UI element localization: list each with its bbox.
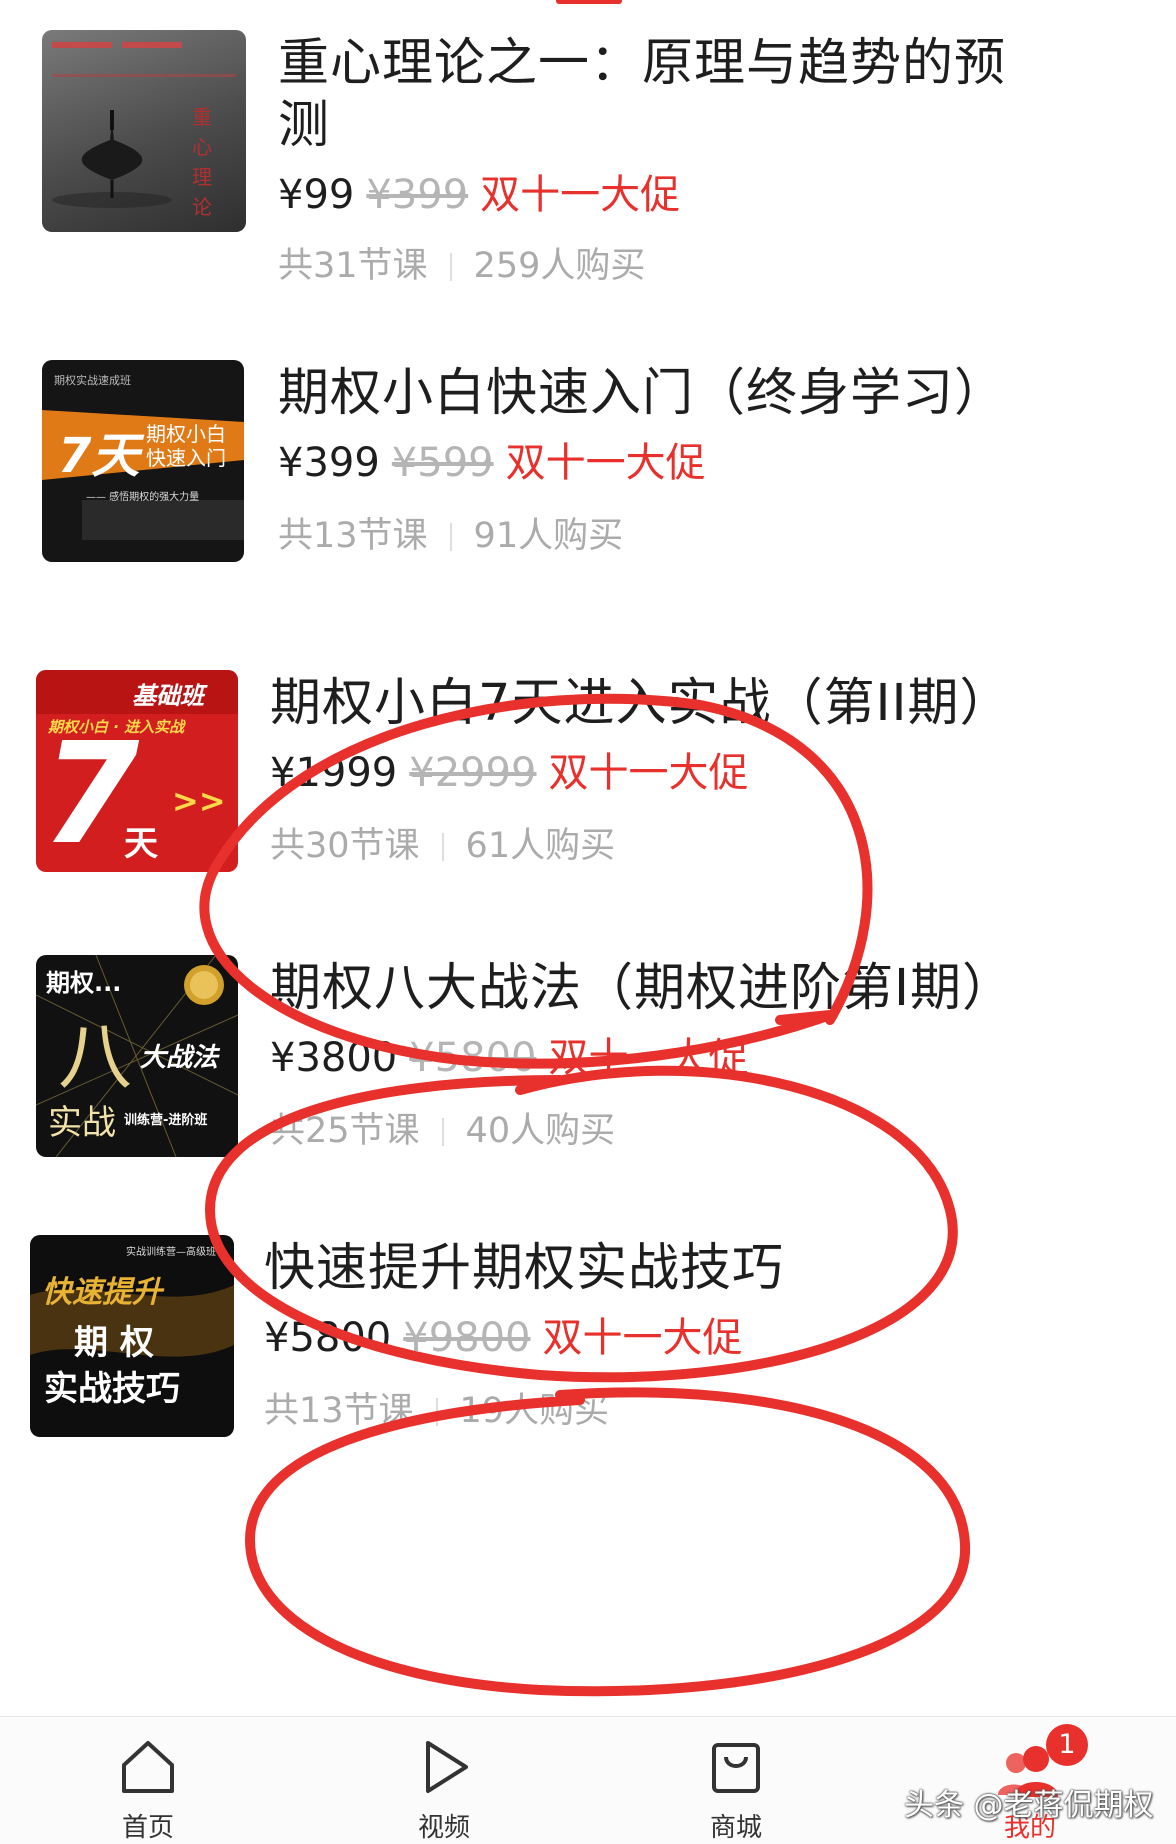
thumbnail-text: —— 感悟期权的强大力量 bbox=[86, 492, 200, 503]
buyer-count: 19人购买 bbox=[459, 1391, 610, 1431]
course-title[interactable]: 重心理论之一：原理与趋势的预 bbox=[278, 28, 1006, 100]
promo-label: 双十一大促 bbox=[548, 750, 749, 796]
buyer-count: 61人购买 bbox=[465, 826, 616, 866]
course-thumbnail[interactable]: 期权实战速成班 7天 期权小白 快速入门 —— 感悟期权的强大力量 bbox=[42, 360, 244, 562]
course-title[interactable]: 快速提升期权实战技巧 bbox=[264, 1233, 784, 1305]
course-title[interactable]: 期权小白快速入门（终身学习） bbox=[278, 358, 1006, 430]
thumbnail-text: 大战法 bbox=[140, 1043, 219, 1073]
course-item-3[interactable]: 基础班 期权小白 · 进入实战 7 天 >> 期权小白7天进入实战（第II期） … bbox=[0, 640, 1176, 940]
course-title[interactable]: 期权八大战法（期权进阶第I期） bbox=[270, 953, 1014, 1025]
nav-video[interactable]: 视频 bbox=[384, 1725, 504, 1843]
course-meta: 共13节课 19人购买 bbox=[264, 1389, 609, 1433]
nav-label: 商城 bbox=[709, 1813, 762, 1843]
original-price: ¥2999 bbox=[409, 750, 537, 796]
current-price: ¥99 bbox=[278, 172, 355, 218]
thumbnail-text: 7天 bbox=[58, 428, 140, 484]
course-meta: 共30节课 61人购买 bbox=[270, 824, 615, 868]
lesson-count: 共13节课 bbox=[278, 516, 428, 556]
course-item-2[interactable]: 期权实战速成班 7天 期权小白 快速入门 —— 感悟期权的强大力量 期权小白快速入… bbox=[0, 330, 1176, 630]
thumbnail-text: 训练营-进阶班 bbox=[124, 1113, 208, 1128]
course-item-5[interactable]: 实战训练营—高级班 快速提升 期 权 实战技巧 快速提升期权实战技巧 ¥5800… bbox=[0, 1205, 1176, 1505]
thumbnail-text: >> bbox=[172, 782, 226, 820]
original-price: ¥5800 bbox=[409, 1035, 537, 1081]
original-price: ¥599 bbox=[391, 440, 494, 486]
thumbnail-text: 期权... bbox=[46, 969, 122, 997]
thumbnail-text: 期权实战速成班 bbox=[54, 374, 131, 387]
nav-shop[interactable]: 商城 bbox=[676, 1725, 796, 1843]
thumbnail-text: 期权小白 快速入门 bbox=[146, 422, 226, 470]
divider bbox=[441, 1118, 444, 1146]
shopping-bag-icon bbox=[712, 1743, 760, 1793]
thumbnail-text: 实战技巧 bbox=[44, 1369, 180, 1409]
thumbnail-text: 期 权 bbox=[74, 1323, 154, 1363]
thumbnail-text: 基础班 bbox=[132, 682, 204, 710]
promo-label: 双十一大促 bbox=[480, 172, 681, 218]
lesson-count: 共25节课 bbox=[270, 1111, 420, 1151]
play-icon bbox=[426, 1741, 468, 1793]
divider bbox=[441, 833, 444, 861]
course-thumbnail[interactable]: 重心理论 bbox=[42, 30, 246, 232]
buyer-count: 40人购买 bbox=[465, 1111, 616, 1151]
thumbnail-text: 天 bbox=[124, 824, 158, 864]
promo-label: 双十一大促 bbox=[505, 440, 706, 486]
course-item-1[interactable]: 重心理论 重心理论之一：原理与趋势的预 测 ¥99 ¥399 双十一大促 共31节课… bbox=[0, 0, 1176, 300]
thumbnail-text: 实战 bbox=[48, 1103, 116, 1143]
thumbnail-text: 实战训练营—高级班 bbox=[126, 1247, 216, 1258]
notification-badge: 1 bbox=[1046, 1724, 1088, 1766]
current-price: ¥1999 bbox=[270, 750, 398, 796]
nav-label: 首页 bbox=[121, 1813, 174, 1843]
course-thumbnail[interactable]: 基础班 期权小白 · 进入实战 7 天 >> bbox=[36, 670, 238, 872]
course-item-4[interactable]: 期权... 八 大战法 实战 训练营-进阶班 期权八大战法（期权进阶第I期） ¥… bbox=[0, 925, 1176, 1225]
lesson-count: 共31节课 bbox=[278, 246, 428, 286]
watermark: 头条 @老蒋侃期权 bbox=[904, 1788, 1154, 1823]
price-row: ¥99 ¥399 双十一大促 bbox=[278, 170, 680, 220]
course-meta: 共13节课 91人购买 bbox=[278, 514, 623, 558]
price-row: ¥3800 ¥5800 双十一大促 bbox=[270, 1033, 749, 1083]
course-title[interactable]: 期权小白7天进入实战（第II期） bbox=[270, 668, 1012, 740]
buyer-count: 259人购买 bbox=[473, 246, 646, 286]
nav-home[interactable]: 首页 bbox=[88, 1725, 208, 1843]
divider bbox=[435, 1398, 438, 1426]
nav-label: 视频 bbox=[417, 1813, 470, 1843]
current-price: ¥5800 bbox=[264, 1315, 392, 1361]
buyer-count: 91人购买 bbox=[473, 516, 624, 556]
price-row: ¥399 ¥599 双十一大促 bbox=[278, 438, 706, 488]
course-thumbnail[interactable]: 期权... 八 大战法 实战 训练营-进阶班 bbox=[36, 955, 238, 1157]
thumbnail-text: 八 bbox=[58, 1014, 132, 1100]
thumbnail-text: 重心理论 bbox=[192, 105, 212, 219]
current-price: ¥3800 bbox=[270, 1035, 398, 1081]
promo-label: 双十一大促 bbox=[548, 1035, 749, 1081]
lesson-count: 共30节课 bbox=[270, 826, 420, 866]
lesson-count: 共13节课 bbox=[264, 1391, 414, 1431]
thumbnail-text: 快速提升 bbox=[42, 1275, 162, 1310]
spinning-top-image bbox=[52, 42, 236, 208]
original-price: ¥9800 bbox=[403, 1315, 531, 1361]
course-meta: 共25节课 40人购买 bbox=[270, 1109, 615, 1153]
current-price: ¥399 bbox=[278, 440, 380, 486]
price-row: ¥1999 ¥2999 双十一大促 bbox=[270, 748, 749, 798]
original-price: ¥399 bbox=[366, 172, 469, 218]
divider bbox=[449, 253, 452, 281]
price-row: ¥5800 ¥9800 双十一大促 bbox=[264, 1313, 743, 1363]
home-icon bbox=[122, 1741, 174, 1793]
promo-label: 双十一大促 bbox=[542, 1315, 743, 1361]
course-meta: 共31节课 259人购买 bbox=[278, 244, 645, 288]
course-thumbnail[interactable]: 实战训练营—高级班 快速提升 期 权 实战技巧 bbox=[30, 1235, 234, 1437]
divider bbox=[449, 523, 452, 551]
course-title-wrap[interactable]: 测 bbox=[278, 90, 330, 162]
